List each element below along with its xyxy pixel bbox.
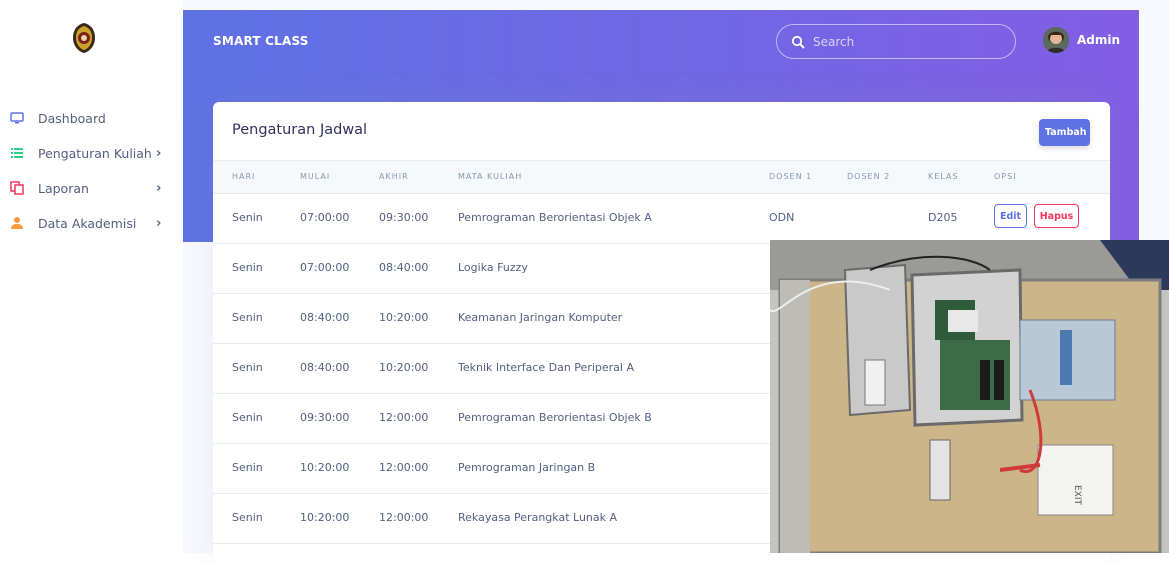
sidebar-item-label: Laporan	[38, 181, 89, 196]
sidebar-item-data-akademisi[interactable]: Data Akademisi ›	[0, 206, 183, 241]
chevron-right-icon: ›	[156, 181, 162, 196]
sidebar-item-dashboard[interactable]: Dashboard	[0, 101, 183, 136]
cell-akhir: 09:30:00	[379, 211, 429, 224]
list-icon	[9, 145, 25, 161]
avatar[interactable]	[1043, 27, 1069, 53]
sidebar-item-laporan[interactable]: Laporan ›	[0, 171, 183, 206]
cell-mulai: 07:00:00	[300, 261, 350, 274]
sidebar-nav: Dashboard Pengaturan Kuliah › Laporan › …	[0, 101, 183, 241]
page-title: Pengaturan Jadwal	[232, 122, 368, 138]
sidebar: Dashboard Pengaturan Kuliah › Laporan › …	[0, 0, 183, 553]
cell-mulai: 08:40:00	[300, 311, 350, 324]
table-header: HARI MULAI AKHIR MATA KULIAH DOSEN 1 DOS…	[213, 160, 1110, 194]
search-input[interactable]	[811, 33, 1005, 50]
add-schedule-button[interactable]: Tambah	[1039, 119, 1090, 146]
cell-matkul: Rekayasa Perangkat Lunak A	[458, 511, 618, 524]
column-header-akhir: AKHIR	[379, 172, 409, 181]
copy-icon	[9, 180, 25, 196]
cell-hari: Senin	[232, 461, 263, 474]
cell-akhir: 08:40:00	[379, 261, 429, 274]
sidebar-item-label: Data Akademisi	[38, 216, 137, 231]
column-header-mata-kuliah: MATA KULIAH	[458, 172, 523, 181]
cell-mulai: 09:30:00	[300, 411, 350, 424]
cell-matkul: Teknik Interface Dan Periperal A	[458, 361, 634, 374]
cell-matkul: Logika Fuzzy	[458, 261, 528, 274]
cell-mulai: 08:40:00	[300, 361, 350, 374]
cell-mulai: 10:20:00	[300, 461, 350, 474]
university-logo[interactable]	[71, 22, 97, 54]
cell-akhir: 10:20:00	[379, 311, 429, 324]
column-header-opsi: OPSI	[994, 172, 1017, 181]
cell-matkul: Pemrograman Berorientasi Objek B	[458, 411, 652, 424]
exit-button-label: EXIT	[1072, 485, 1082, 506]
column-header-hari: HARI	[232, 172, 256, 181]
search-icon	[791, 35, 805, 49]
delete-button[interactable]: Hapus	[1034, 204, 1079, 228]
search-box[interactable]	[776, 24, 1016, 59]
user-icon	[9, 215, 25, 231]
cell-hari: Senin	[232, 311, 263, 324]
edit-button[interactable]: Edit	[994, 204, 1027, 228]
chevron-right-icon: ›	[156, 146, 162, 161]
device-photo: EXIT	[770, 240, 1169, 553]
chevron-right-icon: ›	[156, 216, 162, 231]
cell-hari: Senin	[232, 511, 263, 524]
cell-matkul: Pemrograman Berorientasi Objek A	[458, 211, 652, 224]
cell-hari: Senin	[232, 261, 263, 274]
cell-akhir: 12:00:00	[379, 411, 429, 424]
cell-hari: Senin	[232, 361, 263, 374]
cell-hari: Senin	[232, 211, 263, 224]
cell-akhir: 12:00:00	[379, 511, 429, 524]
door-access-hardware-photo: EXIT	[770, 240, 1169, 553]
column-header-kelas: KELAS	[928, 172, 959, 181]
cell-akhir: 10:20:00	[379, 361, 429, 374]
cell-hari: Senin	[232, 411, 263, 424]
brand-title[interactable]: SMART CLASS	[213, 34, 309, 48]
cell-matkul: Keamanan Jaringan Komputer	[458, 311, 623, 324]
column-header-dosen-1: DOSEN 1	[769, 172, 813, 181]
cell-mulai: 10:20:00	[300, 511, 350, 524]
cell-kelas: D205	[928, 211, 958, 224]
sidebar-item-pengaturan-kuliah[interactable]: Pengaturan Kuliah ›	[0, 136, 183, 171]
cell-matkul: Pemrograman Jaringan B	[458, 461, 596, 474]
column-header-mulai: MULAI	[300, 172, 331, 181]
cell-dosen1: ODN	[769, 211, 795, 224]
cell-akhir: 12:00:00	[379, 461, 429, 474]
user-menu[interactable]: Admin	[1043, 27, 1120, 53]
table-row: Senin 07:00:00 09:30:00 Pemrograman Berorie…	[213, 193, 1110, 244]
cell-mulai: 07:00:00	[300, 211, 350, 224]
user-name: Admin	[1077, 33, 1121, 47]
sidebar-item-label: Dashboard	[38, 111, 106, 126]
monitor-icon	[9, 110, 25, 126]
sidebar-item-label: Pengaturan Kuliah	[38, 146, 152, 161]
column-header-dosen-2: DOSEN 2	[847, 172, 891, 181]
